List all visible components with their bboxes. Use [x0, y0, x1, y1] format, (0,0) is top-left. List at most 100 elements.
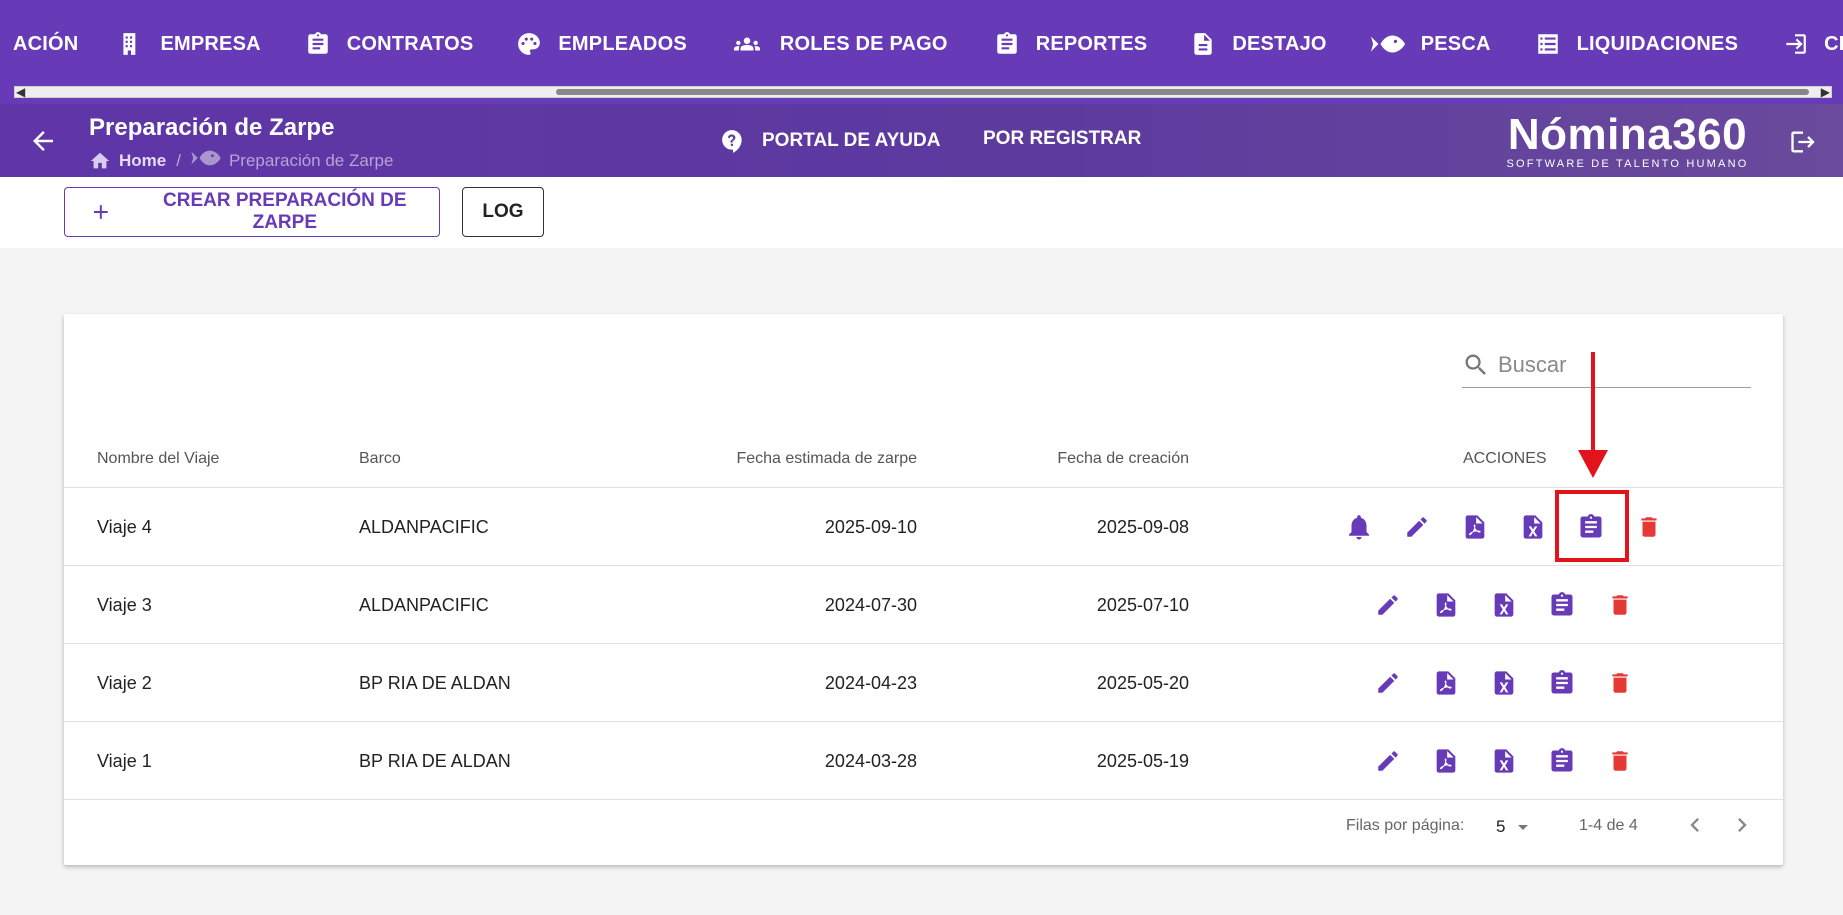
logout-button[interactable]	[1789, 128, 1817, 161]
document-icon	[1194, 33, 1212, 55]
pagination: Filas por página: 5 1-4 de 4	[64, 797, 1783, 853]
brand-name: Nómina360	[1507, 110, 1748, 159]
scroll-right-icon[interactable]: ▶	[1821, 85, 1830, 99]
home-icon	[90, 152, 110, 168]
edit-button[interactable]	[1359, 664, 1417, 702]
nav-item-reportes[interactable]: REPORTES	[994, 0, 1148, 88]
row-actions	[1359, 664, 1649, 702]
header-fecha-estimada[interactable]: Fecha estimada de zarpe	[736, 450, 917, 468]
pdf-icon	[1436, 671, 1456, 695]
trash-icon	[1641, 517, 1657, 537]
horizontal-scrollbar[interactable]: ◀ ▶	[14, 85, 1832, 99]
nav-item-label: CERRAR SESIÓN	[1824, 32, 1843, 55]
list-icon	[1537, 34, 1558, 54]
excel-button[interactable]	[1475, 586, 1533, 624]
nav-item-label: EMPLEADOS	[558, 32, 687, 55]
plus-icon	[93, 205, 108, 219]
pdf-button[interactable]	[1417, 586, 1475, 624]
edit-button[interactable]	[1359, 586, 1417, 624]
cell-fecha-estimada: 2025-09-10	[824, 517, 917, 537]
header-acciones: ACCIONES	[1463, 450, 1547, 467]
rows-per-page-value: 5	[1496, 817, 1506, 836]
rows-per-page-label: Filas por página:	[1346, 817, 1465, 834]
excel-button[interactable]	[1504, 508, 1562, 546]
nav-item-label: EMPRESA	[160, 32, 261, 55]
delete-button[interactable]	[1591, 586, 1649, 624]
nav-item-roles-de-pago[interactable]: ROLES DE PAGO	[730, 0, 948, 88]
search-field[interactable]	[1462, 342, 1751, 388]
search-input[interactable]	[1498, 351, 1738, 378]
help-icon	[722, 130, 742, 153]
notify-button[interactable]	[1330, 508, 1388, 546]
nav-item-label: ACIÓN	[13, 32, 79, 55]
breadcrumb: Home / Preparación de Zarpe	[89, 147, 393, 174]
edit-button[interactable]	[1388, 508, 1446, 546]
pencil-icon	[1407, 517, 1427, 537]
page-title: Preparación de Zarpe	[89, 114, 335, 141]
cell-nombre: Viaje 1	[97, 751, 152, 771]
header-nombre-del-viaje[interactable]: Nombre del Viaje	[97, 450, 219, 468]
chevron-left-icon	[1690, 818, 1699, 832]
excel-icon	[1523, 515, 1543, 539]
trash-icon	[1612, 595, 1628, 615]
next-page-button[interactable]	[1728, 811, 1758, 841]
cell-nombre: Viaje 4	[97, 517, 152, 537]
users-icon	[733, 37, 760, 51]
rows-per-page-select[interactable]: 5	[1496, 815, 1535, 839]
nav-item-contratos[interactable]: CONTRATOS	[305, 0, 474, 88]
register-link[interactable]: POR REGISTRAR	[983, 128, 1141, 150]
breadcrumb-home[interactable]: Home	[119, 151, 166, 171]
report-button[interactable]	[1533, 586, 1591, 624]
clipboard-icon	[308, 32, 328, 54]
log-button[interactable]: LOG	[462, 187, 544, 237]
excel-button[interactable]	[1475, 664, 1533, 702]
pdf-button[interactable]	[1417, 664, 1475, 702]
clipboard-icon	[1551, 748, 1573, 772]
report-button[interactable]	[1533, 664, 1591, 702]
nav-item-destajo[interactable]: DESTAJO	[1190, 0, 1327, 88]
table-row: Viaje 1 BP RIA DE ALDAN 2024-03-28 2025-…	[64, 722, 1783, 800]
pdf-button[interactable]	[1446, 508, 1504, 546]
excel-icon	[1494, 593, 1514, 617]
excel-icon	[1494, 671, 1514, 695]
nav-item-pesca[interactable]: PESCA	[1370, 0, 1491, 88]
scrollbar-thumb[interactable]	[556, 89, 1809, 95]
nav-item-cerrar-sesion[interactable]: CERRAR SESIÓN	[1782, 0, 1843, 88]
header-barco[interactable]: Barco	[359, 450, 401, 468]
prev-page-button[interactable]	[1681, 811, 1711, 841]
help-portal-label: PORTAL DE AYUDA	[762, 130, 941, 151]
nav-item-label: DESTAJO	[1232, 32, 1327, 55]
cell-nombre: Viaje 3	[97, 595, 152, 615]
report-button[interactable]	[1533, 742, 1591, 780]
create-zarpe-button[interactable]: CREAR PREPARACIÓN DE ZARPE	[64, 187, 440, 237]
scroll-left-icon[interactable]: ◀	[16, 85, 25, 99]
nav-item-empresa[interactable]: EMPRESA	[118, 0, 261, 88]
logout-icon	[1791, 131, 1815, 153]
cell-fecha-estimada: 2024-07-30	[824, 595, 917, 615]
cell-barco: BP RIA DE ALDAN	[359, 673, 511, 693]
back-button[interactable]	[28, 126, 58, 156]
nav-item-empleados[interactable]: EMPLEADOS	[516, 0, 687, 88]
nav-item-administracion[interactable]: ACIÓN	[13, 0, 78, 88]
nav-item-liquidaciones[interactable]: LIQUIDACIONES	[1535, 0, 1739, 88]
cell-barco: BP RIA DE ALDAN	[359, 751, 511, 771]
brand-tagline: SOFTWARE DE TALENTO HUMANO	[1506, 158, 1749, 170]
header-fecha-creacion[interactable]: Fecha de creación	[1057, 450, 1189, 468]
nav-item-label: REPORTES	[1035, 32, 1148, 55]
pencil-icon	[1378, 595, 1398, 615]
fish-icon	[191, 150, 221, 166]
palette-icon	[518, 33, 541, 55]
help-portal-link[interactable]: PORTAL DE AYUDA	[720, 128, 940, 154]
excel-button[interactable]	[1475, 742, 1533, 780]
cell-barco: ALDANPACIFIC	[359, 517, 489, 537]
annotation-arrow-head	[1578, 450, 1608, 478]
annotation-highlight-box	[1555, 490, 1629, 562]
pdf-icon	[1465, 515, 1485, 539]
pdf-button[interactable]	[1417, 742, 1475, 780]
table-row: Viaje 3 ALDANPACIFIC 2024-07-30 2025-07-…	[64, 566, 1783, 644]
delete-button[interactable]	[1591, 664, 1649, 702]
search-icon	[1465, 354, 1486, 375]
edit-button[interactable]	[1359, 742, 1417, 780]
arrow-left-icon	[33, 131, 53, 151]
delete-button[interactable]	[1591, 742, 1649, 780]
